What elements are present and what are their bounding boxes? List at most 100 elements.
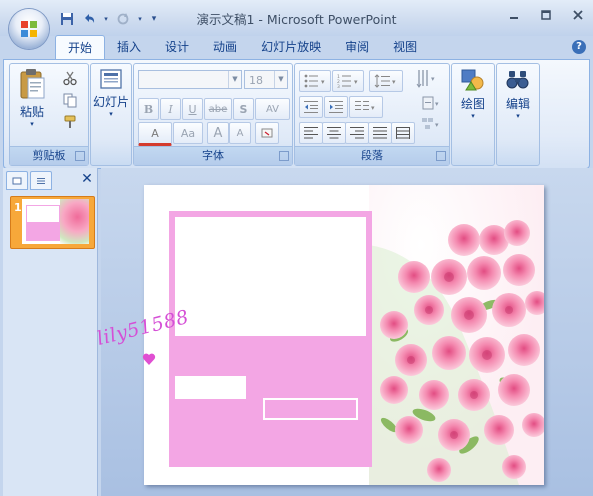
tab-design[interactable]: 设计 [153,35,201,59]
clear-format-button[interactable] [255,122,279,144]
text-direction-icon[interactable]: ▾ [415,68,441,90]
pane-close-icon[interactable]: ✕ [80,172,94,186]
thumb-white-box [27,206,59,222]
slide-thumbnail[interactable] [22,199,89,244]
pane-tabs [6,171,52,190]
ribbon-tabs: 开始 插入 设计 动画 幻灯片放映 审阅 视图 [55,35,429,60]
distributed-button[interactable] [391,122,415,144]
editing-group: 编辑 ▾ [496,63,540,166]
help-icon[interactable]: ? [572,40,586,54]
office-button[interactable] [9,9,49,49]
align-center-button[interactable] [322,122,346,144]
bullets-icon: ▾ [304,74,325,88]
shadow-button[interactable]: S [233,98,254,120]
roses-image [369,185,544,485]
numbering-button[interactable]: 1 2 3 ▾ [332,70,364,92]
font-launcher-icon[interactable] [279,151,289,161]
drawing-dropdown-icon: ▾ [471,112,475,120]
svg-text:3: 3 [337,84,340,88]
tab-animation[interactable]: 动画 [201,35,249,59]
svg-text:▾: ▾ [371,104,375,112]
align-left-icon [304,127,318,139]
drawing-button[interactable]: 绘图 ▾ [452,68,494,120]
new-slide-dropdown-icon: ▾ [109,110,113,118]
increase-indent-button[interactable] [324,96,348,118]
decrease-indent-icon [304,101,318,113]
tab-review[interactable]: 审阅 [333,35,381,59]
numbering-icon: 123▾ [337,74,358,88]
maximize-icon[interactable] [537,6,555,24]
change-case-button[interactable]: Aa [173,122,203,144]
bullets-button[interactable]: ▾ [299,70,331,92]
drawing-group: 绘图 ▾ [451,63,495,166]
align-right-icon [350,127,364,139]
slide-canvas[interactable] [144,185,544,485]
outline-box[interactable] [263,398,358,420]
clipboard-group: 粘贴 ▾ 剪贴板 [9,63,89,166]
align-right-button[interactable] [345,122,369,144]
font-name-dropdown-icon: ▼ [228,71,241,88]
new-slide-button[interactable]: 幻灯片 ▾ [91,68,131,118]
char-spacing-button[interactable]: AV [255,98,290,120]
font-group-label: 字体 [134,146,292,165]
cut-icon[interactable] [62,70,80,88]
paste-icon [20,69,45,99]
line-spacing-button[interactable]: ▾ [369,70,403,92]
tab-home[interactable]: 开始 [55,35,106,60]
paragraph-group-label: 段落 [295,146,449,165]
decrease-indent-button[interactable] [299,96,323,118]
editing-dropdown-icon: ▾ [516,112,520,120]
tab-insert[interactable]: 插入 [105,35,153,59]
slides-tab-icon[interactable] [6,171,28,190]
editing-button[interactable]: 编辑 ▾ [497,68,539,120]
paste-label: 粘贴 [19,105,44,119]
shrink-font-button[interactable]: A [229,122,251,144]
clipboard-launcher-icon[interactable] [75,151,85,161]
new-slide-label: 幻灯片 [92,95,129,109]
font-name-combo[interactable]: ▼ [138,70,242,89]
copy-icon[interactable] [62,92,80,110]
slides-group: 幻灯片 ▾ [90,63,132,166]
slide-number: 1 [14,201,22,214]
window-controls [505,6,587,24]
svg-text:▾: ▾ [354,78,358,86]
justify-button[interactable] [368,122,392,144]
drawing-label: 绘图 [460,97,485,111]
font-group: ▼ 18 ▼ B I U abe S AV A Aa A A 字体 [133,63,293,166]
heart-icon [142,352,156,366]
align-center-icon [327,127,341,139]
tab-view[interactable]: 视图 [381,35,429,59]
paragraph-launcher-icon[interactable] [436,151,446,161]
paragraph-group: ▾ 1 2 3 ▾ ▾ ▾ ▾ ▾ ▾ 段落 [294,63,450,166]
ribbon: 粘贴 ▾ 剪贴板 幻灯片 ▾ ▼ 18 ▼ B I U abe S AV A A… [3,59,590,169]
pink-panel[interactable] [169,211,372,467]
small-white-box[interactable] [175,376,246,399]
svg-text:▾: ▾ [431,75,435,83]
align-left-button[interactable] [299,122,323,144]
font-size-dropdown-icon: ▼ [274,71,287,88]
smartart-icon[interactable]: ▾ [421,116,443,134]
paste-button[interactable]: 粘贴 ▾ [14,68,50,128]
underline-button[interactable]: U [182,98,203,120]
svg-text:▾: ▾ [321,78,325,86]
font-size-combo[interactable]: 18 ▼ [244,70,288,89]
svg-text:▾: ▾ [392,78,396,86]
columns-button[interactable]: ▾ [349,96,383,118]
bold-button[interactable]: B [138,98,159,120]
line-spacing-icon: ▾ [374,74,396,88]
editing-label: 编辑 [505,97,530,111]
office-logo-icon [21,21,37,37]
outline-tab-icon[interactable] [30,171,52,190]
align-text-icon[interactable]: ▾ [421,94,443,114]
font-color-button[interactable]: A [138,122,172,146]
minimize-icon[interactable] [505,6,523,24]
title-placeholder-box[interactable] [175,217,366,336]
close-icon[interactable] [569,6,587,24]
strikethrough-button[interactable]: abe [204,98,232,120]
tab-slideshow[interactable]: 幻灯片放映 [249,35,333,59]
svg-text:▾: ▾ [435,121,439,129]
format-painter-icon[interactable] [62,114,80,132]
italic-button[interactable]: I [160,98,181,120]
distributed-icon [396,127,410,139]
grow-font-button[interactable]: A [207,122,229,144]
